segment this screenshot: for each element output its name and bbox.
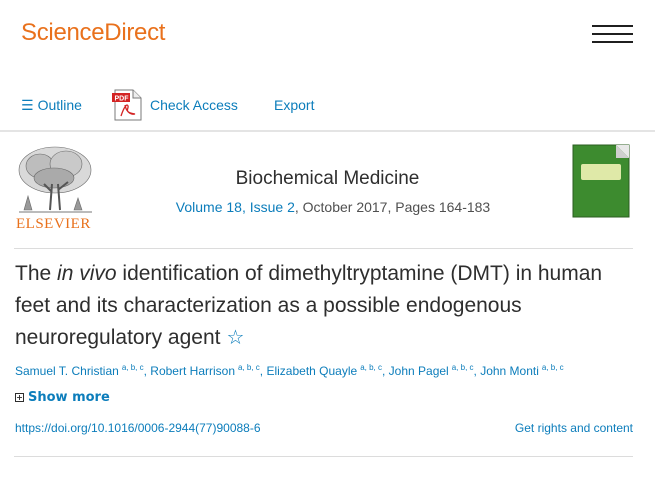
bottom-divider [14,456,633,457]
article-toolbar: ☰ Outline PDF Check Access Export [0,88,655,132]
author-link[interactable]: John Pagel a, b, c [389,363,474,378]
issue-date-pages: , October 2017, Pages 164-183 [294,199,491,215]
export-button[interactable]: Export [274,88,314,122]
export-label: Export [274,97,315,113]
author-link[interactable]: John Monti a, b, c [480,363,564,378]
outline-label: Outline [37,97,82,113]
issue-info: Volume 18, Issue 2, October 2017, Pages … [0,199,655,215]
author-list: Samuel T. Christian a, b, c, Robert Harri… [15,363,564,378]
pdf-icon: PDF [112,89,142,121]
article-title: The in vivo identification of dimethyltr… [15,262,603,349]
volume-issue-link[interactable]: Volume 18, Issue 2 [176,199,295,215]
svg-text:PDF: PDF [115,96,130,103]
check-access-label: Check Access [150,97,238,113]
bookmark-star-icon[interactable]: ☆ [226,327,244,349]
author-link[interactable]: Samuel T. Christian a, b, c [15,363,144,378]
check-access-button[interactable]: PDF Check Access [112,88,238,122]
expand-plus-icon: + [15,393,24,402]
hamburger-menu-icon[interactable] [592,25,634,45]
journal-cover-thumbnail[interactable] [572,144,630,218]
list-icon: ☰ [21,96,34,113]
outline-button[interactable]: ☰ Outline [21,88,82,122]
show-more-label: Show more [28,390,110,405]
sciencedirect-logo[interactable]: ScienceDirect [21,19,165,47]
get-rights-link[interactable]: Get rights and content [515,421,633,435]
header-divider [14,248,633,249]
author-link[interactable]: Robert Harrison a, b, c [150,363,260,378]
doi-link[interactable]: https://doi.org/10.1016/0006-2944(77)900… [15,421,261,435]
show-more-button[interactable]: + Show more [15,390,110,405]
elsevier-wordmark: ELSEVIER [16,216,91,232]
journal-title[interactable]: Biochemical Medicine [0,168,655,190]
author-link[interactable]: Elizabeth Quayle a, b, c [266,363,382,378]
